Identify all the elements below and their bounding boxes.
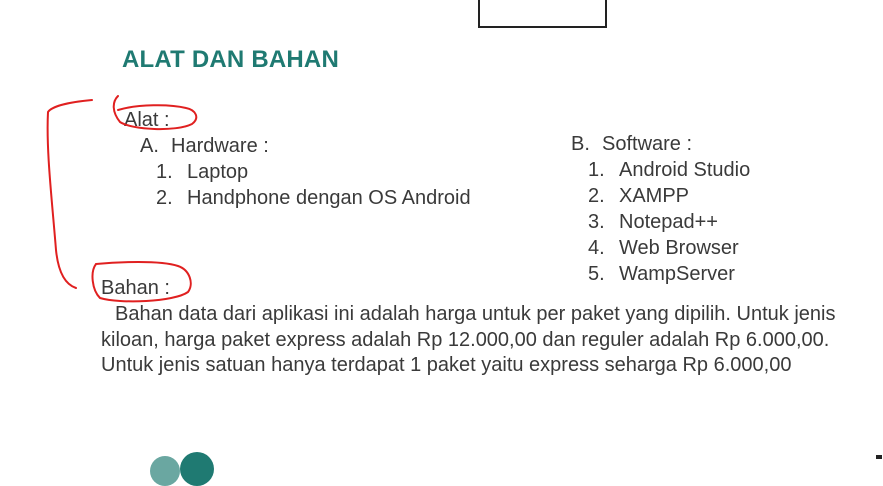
bracket-line (46, 99, 93, 289)
corner-mark (876, 455, 882, 459)
red-annotation (46, 95, 198, 303)
decorative-circle (180, 452, 214, 486)
decorative-circle (150, 456, 180, 486)
alat-circle (112, 95, 198, 131)
bahan-circle (91, 261, 192, 303)
